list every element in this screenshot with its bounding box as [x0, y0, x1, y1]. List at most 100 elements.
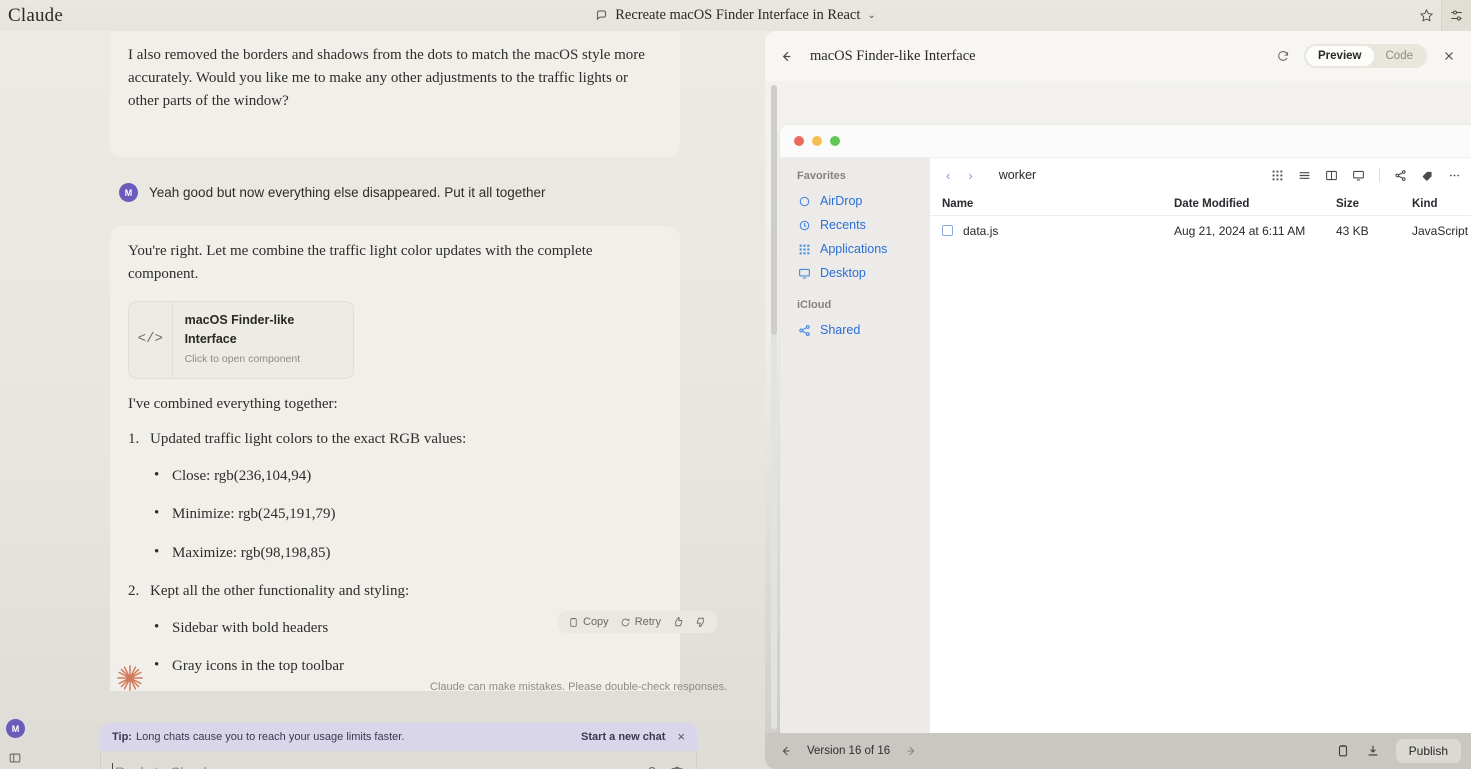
sidebar-item-shared[interactable]: Shared: [780, 318, 930, 342]
avatar[interactable]: M: [6, 719, 25, 738]
finder-main: Favorites AirDrop Recents Applications D…: [780, 158, 1471, 752]
list-item: Minimize: rgb(245,191,79): [150, 502, 662, 526]
sidebar-item-label: Applications: [820, 242, 888, 256]
thumbs-down-icon[interactable]: [695, 616, 707, 628]
copy-label: Copy: [583, 616, 609, 628]
list-number: 1.: [128, 430, 140, 447]
refresh-icon: [620, 617, 631, 628]
file-kind: JavaScript: [1412, 223, 1469, 238]
column-header-kind[interactable]: Kind: [1412, 198, 1471, 210]
list-text: Updated traffic light colors to the exac…: [150, 430, 467, 447]
more-icon[interactable]: [1448, 169, 1461, 182]
file-name: data.js: [963, 223, 999, 238]
sidebar-item-airdrop[interactable]: AirDrop: [780, 189, 930, 213]
nav-back-icon[interactable]: ‹: [946, 168, 950, 183]
browser-actions: [1411, 0, 1471, 31]
traffic-light-maximize[interactable]: [830, 136, 840, 146]
gallery-view-icon[interactable]: [1352, 169, 1365, 182]
monitor-icon: [797, 266, 811, 280]
tab-title-group[interactable]: Recreate macOS Finder Interface in React…: [0, 0, 1471, 31]
star-icon[interactable]: [1411, 0, 1441, 31]
sliders-icon[interactable]: [1441, 0, 1471, 31]
tab-code[interactable]: Code: [1374, 46, 1426, 66]
left-rail: M: [0, 31, 30, 769]
nav-forward-icon[interactable]: ›: [968, 168, 972, 183]
preview-code-toggle: Preview Code: [1304, 44, 1427, 68]
preview-header: macOS Finder-like Interface Preview Code: [765, 31, 1471, 81]
list-view-icon[interactable]: [1298, 169, 1311, 182]
assistant-message-previous: 2. Minimize button (yellow): rgb(245,191…: [110, 31, 680, 157]
list-item: Gray icons in the top toolbar: [150, 654, 662, 678]
assistant-paragraph: I also removed the borders and shadows f…: [128, 46, 645, 110]
sidebar-item-label: Shared: [820, 323, 861, 337]
composer-box[interactable]: Reply to Claude...: [100, 751, 697, 769]
retry-button[interactable]: Retry: [620, 616, 661, 628]
column-header-size[interactable]: Size: [1336, 198, 1412, 210]
close-icon[interactable]: [1439, 49, 1459, 63]
folder-title: worker: [998, 168, 1037, 182]
composer-actions: [622, 765, 684, 769]
version-prev-button[interactable]: [779, 744, 793, 758]
camera-icon[interactable]: [670, 765, 684, 769]
tip-label: Tip:: [112, 730, 132, 743]
file-date-modified: Aug 21, 2024 at 6:11 AM: [1174, 223, 1306, 238]
sidebar-toggle-icon[interactable]: [8, 751, 22, 765]
column-header-date[interactable]: Date Modified: [1174, 198, 1336, 210]
copy-button[interactable]: Copy: [568, 616, 609, 628]
artifact-card[interactable]: </> macOS Finder-like Interface Click to…: [128, 300, 354, 379]
disclaimer-text: Claude can make mistakes. Please double-…: [430, 681, 728, 693]
grid-icon: [797, 242, 811, 256]
sidebar-section-favorites: Favorites: [797, 170, 846, 182]
column-header-name[interactable]: Name: [942, 198, 1174, 210]
sidebar-item-desktop[interactable]: Desktop: [780, 261, 930, 285]
scrollbar-thumb[interactable]: [771, 85, 777, 335]
publish-button[interactable]: Publish: [1395, 739, 1461, 763]
table-row[interactable]: data.js Aug 21, 2024 at 6:11 AM 43 KB Ja…: [930, 216, 1471, 245]
chevron-down-icon[interactable]: ⌄: [867, 10, 875, 21]
tag-icon[interactable]: [1421, 169, 1434, 182]
version-next-button[interactable]: [904, 744, 918, 758]
traffic-light-minimize[interactable]: [812, 136, 822, 146]
share-icon[interactable]: [1394, 169, 1407, 182]
arrow-left-icon[interactable]: [779, 49, 794, 64]
sidebar-item-label: Recents: [820, 218, 866, 232]
chat-scroll-area[interactable]: 2. Minimize button (yellow): rgb(245,191…: [30, 31, 778, 691]
text-caret: [112, 763, 113, 769]
sidebar-item-applications[interactable]: Applications: [780, 237, 930, 261]
list-text: Kept all the other functionality and sty…: [150, 582, 410, 599]
sidebar-item-label: Desktop: [820, 266, 866, 280]
sidebar-item-recents[interactable]: Recents: [780, 213, 930, 237]
tab-preview[interactable]: Preview: [1306, 46, 1374, 66]
sidebar-section-icloud: iCloud: [797, 299, 832, 311]
list-item: 1. Updated traffic light colors to the e…: [128, 428, 662, 565]
retry-label: Retry: [634, 616, 661, 628]
composer: Tip: Long chats cause you to reach your …: [100, 723, 697, 769]
finder-toolbar: ‹ › worker: [930, 158, 1471, 192]
start-new-chat-link[interactable]: Start a new chat: [581, 731, 665, 743]
column-view-icon[interactable]: [1325, 169, 1338, 182]
list-item: Close: rgb(236,104,94): [150, 464, 662, 488]
traffic-light-close[interactable]: [794, 136, 804, 146]
ordered-list-previous: 2. Minimize button (yellow): rgb(245,191…: [128, 31, 662, 32]
reply-input[interactable]: Reply to Claude...: [115, 764, 226, 769]
thumbs-up-icon[interactable]: [672, 616, 684, 628]
claude-starburst-icon: [115, 663, 145, 693]
refresh-icon[interactable]: [1276, 49, 1290, 63]
download-icon[interactable]: [1366, 744, 1380, 758]
close-icon[interactable]: ×: [677, 729, 685, 744]
tip-banner: Tip: Long chats cause you to reach your …: [100, 723, 697, 751]
avatar: M: [119, 183, 138, 202]
list-number: 3.: [128, 31, 139, 32]
artifact-title: macOS Finder-like Interface: [184, 312, 295, 346]
user-message-text: Yeah good but now everything else disapp…: [149, 185, 546, 200]
user-message: M Yeah good but now everything else disa…: [110, 176, 562, 210]
finder-sidebar: Favorites AirDrop Recents Applications D…: [780, 158, 930, 752]
copy-icon[interactable]: [1336, 744, 1350, 758]
paperclip-icon[interactable]: [642, 765, 656, 769]
chat-column: M 2. Minimize button (yellow): rgb(245,1…: [0, 31, 778, 769]
scrollbar-track[interactable]: [771, 85, 777, 729]
ordered-list: 1. Updated traffic light colors to the e…: [128, 428, 662, 691]
grid-view-icon[interactable]: [1271, 169, 1284, 182]
artifact-subtitle: Click to open component: [184, 353, 301, 366]
list-number: 2.: [128, 582, 140, 599]
